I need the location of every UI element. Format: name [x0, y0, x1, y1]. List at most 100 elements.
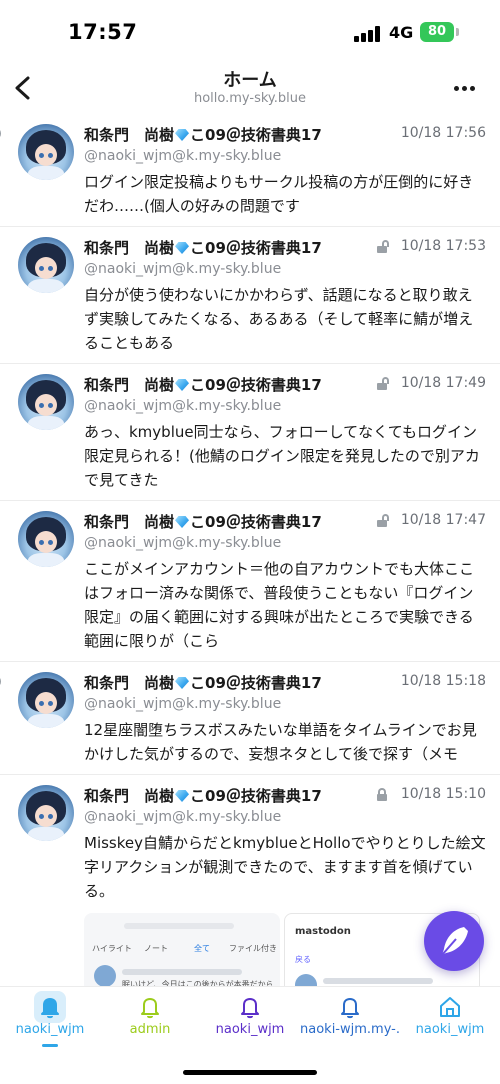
home-visibility-icon	[0, 127, 1, 140]
timeline-note[interactable]: 和条門 尚樹 こ09＠技術書典17 10/18 17:49 @naoki_wjm@…	[0, 364, 500, 501]
gem-icon	[175, 790, 190, 802]
note-header: 和条門 尚樹 こ09＠技術書典17 10/18 17:49	[84, 372, 486, 396]
display-name[interactable]: 和条門 尚樹 こ09＠技術書典17	[84, 785, 322, 806]
note-timestamp[interactable]: 10/18 17:53	[401, 238, 486, 254]
network-type: 4G	[389, 23, 414, 42]
account-tab-label: naoki_wjm	[15, 1022, 85, 1037]
media-image[interactable]: ハイライト ノート 全て ファイル付き 眠いけど、今日はこの後からが本番だからな…	[84, 913, 280, 986]
account-tab[interactable]: admin	[100, 987, 200, 1057]
page-title: ホーム	[223, 70, 277, 91]
display-name-part: 和条門 尚樹	[84, 787, 175, 805]
account-tab-label: naoki-wjm.my-...	[300, 1022, 400, 1037]
account-tab-icon	[334, 991, 366, 1023]
screenshot-back-label: 戻る	[295, 955, 311, 964]
display-name-part: こ09＠技術書典17	[190, 787, 322, 805]
avatar[interactable]	[18, 237, 74, 293]
avatar[interactable]	[18, 785, 74, 841]
battery-icon: 80	[420, 22, 454, 42]
user-handle: @naoki_wjm@k.my-sky.blue	[84, 148, 282, 164]
display-name-part: 和条門 尚樹	[84, 513, 175, 531]
status-time: 17:57	[68, 20, 138, 44]
user-handle: @naoki_wjm@k.my-sky.blue	[84, 809, 282, 825]
user-handle: @naoki_wjm@k.my-sky.blue	[84, 261, 282, 277]
note-text: ログイン限定投稿よりもサークル投稿の方が圧倒的に好きだわ……(個人の好みの問題で…	[84, 173, 474, 215]
signal-icon	[354, 26, 380, 42]
more-options-button[interactable]	[448, 74, 480, 102]
account-tab[interactable]: naoki_wjm	[400, 987, 500, 1057]
note-text: ここがメインアカウント＝他の自アカウントでも大体ここはフォロー済みな関係で、普段…	[84, 560, 475, 650]
screenshot-caption: 眠いけど、今日はこの後からが本番だからなぁ。	[122, 980, 272, 986]
note-text: あっ、kmyblue同士なら、フォローしてなくてもログイン限定見られる！(他鯖の…	[84, 423, 480, 489]
avatar[interactable]	[18, 511, 74, 567]
unlocked-icon	[377, 514, 390, 527]
note-header: 和条門 尚樹 こ09＠技術書典17 10/18 17:56	[0, 122, 486, 146]
unlocked-icon	[377, 240, 390, 253]
display-name[interactable]: 和条門 尚樹 こ09＠技術書典17	[84, 672, 322, 693]
account-tab-label: admin	[129, 1022, 171, 1037]
display-name[interactable]: 和条門 尚樹 こ09＠技術書典17	[84, 124, 322, 145]
bell-icon	[341, 998, 359, 1019]
account-tab-label: naoki_wjm	[215, 1022, 285, 1037]
account-tab[interactable]: naoki_wjm	[0, 987, 100, 1057]
screenshot-tab-label: ファイル付き	[229, 944, 277, 953]
account-tab-icon	[134, 991, 166, 1023]
feather-icon	[441, 927, 468, 956]
display-name-part: 和条門 尚樹	[84, 239, 175, 257]
display-name[interactable]: 和条門 尚樹 こ09＠技術書典17	[84, 237, 322, 258]
bell-icon	[241, 998, 259, 1019]
user-handle: @naoki_wjm@k.my-sky.blue	[84, 696, 282, 712]
note-text: Misskey自鯖からだとkmyblueとHolloでやりとりした絵文字リアクシ…	[84, 834, 486, 900]
note-timestamp[interactable]: 10/18 15:10	[401, 786, 486, 802]
account-tab-label: naoki_wjm	[415, 1022, 485, 1037]
bell-icon	[41, 998, 59, 1019]
display-name[interactable]: 和条門 尚樹 こ09＠技術書典17	[84, 374, 322, 395]
user-handle: @naoki_wjm@k.my-sky.blue	[84, 398, 282, 414]
timeline-note[interactable]: 和条門 尚樹 こ09＠技術書典17 10/18 15:18 @naoki_wjm@…	[0, 662, 500, 775]
display-name-part: こ09＠技術書典17	[190, 513, 322, 531]
account-tab-icon	[34, 991, 66, 1023]
note-header: 和条門 尚樹 こ09＠技術書典17 10/18 15:18	[0, 670, 486, 694]
display-name-part: こ09＠技術書典17	[190, 376, 322, 394]
page-subtitle: hollo.my-sky.blue	[193, 91, 306, 106]
timeline[interactable]: 和条門 尚樹 こ09＠技術書典17 10/18 17:56 @naoki_wjm@…	[0, 114, 500, 986]
battery-tip	[456, 28, 459, 36]
avatar[interactable]	[18, 672, 74, 728]
timeline-note[interactable]: 和条門 尚樹 こ09＠技術書典17 10/18 17:53 @naoki_wjm@…	[0, 227, 500, 364]
avatar[interactable]	[18, 124, 74, 180]
avatar[interactable]	[18, 374, 74, 430]
active-indicator	[42, 1044, 58, 1047]
note-timestamp[interactable]: 10/18 17:47	[401, 512, 486, 528]
note-timestamp[interactable]: 10/18 17:56	[401, 125, 486, 141]
account-tab[interactable]: naoki_wjm	[200, 987, 300, 1057]
account-tab-icon	[434, 991, 466, 1023]
user-handle: @naoki_wjm@k.my-sky.blue	[84, 535, 282, 551]
gem-icon	[175, 516, 190, 528]
display-name-part: 和条門 尚樹	[84, 126, 175, 144]
display-name-part: こ09＠技術書典17	[190, 239, 322, 257]
status-bar: 17:57 4G 80	[0, 0, 500, 62]
display-name-part: 和条門 尚樹	[84, 376, 175, 394]
gem-icon	[175, 379, 190, 391]
home-visibility-icon	[0, 675, 1, 688]
screenshot-tab-label: ノート	[144, 944, 168, 953]
gem-icon	[175, 677, 190, 689]
screenshot-tab-label: 全て	[194, 944, 210, 953]
display-name-part: 和条門 尚樹	[84, 674, 175, 692]
gem-icon	[175, 129, 190, 141]
note-text: 自分が使う使わないにかかわらず、話題になると取り敢えず実験してみたくなる、あるあ…	[84, 286, 474, 352]
note-header: 和条門 尚樹 こ09＠技術書典17 10/18 17:53	[84, 235, 486, 259]
bell-icon	[141, 998, 159, 1019]
display-name-part: こ09＠技術書典17	[190, 126, 322, 144]
note-timestamp[interactable]: 10/18 15:18	[401, 673, 486, 689]
account-tab[interactable]: naoki-wjm.my-...	[300, 987, 400, 1057]
timeline-note[interactable]: 和条門 尚樹 こ09＠技術書典17 10/18 17:56 @naoki_wjm@…	[0, 114, 500, 227]
display-name[interactable]: 和条門 尚樹 こ09＠技術書典17	[84, 511, 322, 532]
note-text: 12星座闇堕ちラスボスみたいな単語をタイムラインでお見かけした気がするので、妄想…	[84, 721, 477, 763]
lock-icon	[377, 788, 390, 801]
note-timestamp[interactable]: 10/18 17:49	[401, 375, 486, 391]
note-header: 和条門 尚樹 こ09＠技術書典17 10/18 17:47	[84, 509, 486, 533]
screenshot-tab-label: ハイライト	[92, 944, 132, 953]
display-name-part: こ09＠技術書典17	[190, 674, 322, 692]
compose-button[interactable]	[424, 911, 484, 971]
timeline-note[interactable]: 和条門 尚樹 こ09＠技術書典17 10/18 17:47 @naoki_wjm@…	[0, 501, 500, 662]
